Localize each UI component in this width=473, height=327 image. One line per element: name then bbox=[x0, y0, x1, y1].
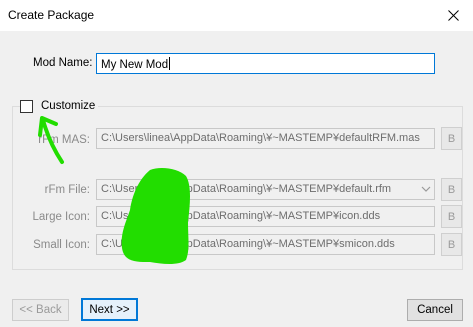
next-button-label: Next >> bbox=[89, 303, 130, 316]
large-icon-input[interactable]: C:\Users\linea\AppData\Roaming\¥~MASTEMP… bbox=[96, 206, 435, 227]
mod-name-value: My New Mod bbox=[101, 59, 169, 71]
rfm-mas-browse-label: B bbox=[447, 132, 456, 145]
large-icon-value: C:\Users\linea\AppData\Roaming\¥~MASTEMP… bbox=[101, 210, 381, 222]
mod-name-label: Mod Name: bbox=[33, 57, 93, 69]
large-icon-browse-label: B bbox=[447, 210, 456, 223]
cancel-button[interactable]: Cancel bbox=[407, 299, 463, 321]
small-icon-input[interactable]: C:\Users\linea\AppData\Roaming\¥~MASTEMP… bbox=[96, 234, 435, 255]
rfm-file-label: rFm File: bbox=[44, 184, 90, 196]
rfm-file-dropdown[interactable]: C:\Users\linea\AppData\Roaming\¥~MASTEMP… bbox=[96, 179, 435, 200]
small-icon-browse-label: B bbox=[447, 238, 456, 251]
rfm-mas-value: C:\Users\linea\AppData\Roaming\¥~MASTEMP… bbox=[101, 132, 420, 144]
large-icon-browse-button[interactable]: B bbox=[441, 205, 462, 228]
large-icon-label: Large Icon: bbox=[32, 211, 90, 223]
mod-name-input[interactable]: My New Mod bbox=[96, 53, 435, 74]
back-button-label: << Back bbox=[19, 304, 62, 316]
small-icon-label: Small Icon: bbox=[33, 239, 90, 251]
rfm-mas-browse-button[interactable]: B bbox=[441, 127, 462, 150]
window-title: Create Package bbox=[8, 8, 95, 22]
close-button[interactable] bbox=[433, 0, 473, 31]
small-icon-browse-button[interactable]: B bbox=[441, 233, 462, 256]
customize-checkbox[interactable] bbox=[20, 99, 33, 113]
chevron-down-icon bbox=[421, 186, 431, 192]
rfm-mas-label: rFm MAS: bbox=[38, 134, 90, 146]
back-button[interactable]: << Back bbox=[12, 299, 69, 321]
rfm-file-value: C:\Users\linea\AppData\Roaming\¥~MASTEMP… bbox=[101, 183, 392, 195]
rfm-file-browse-button[interactable]: B bbox=[441, 178, 462, 201]
cancel-button-label: Cancel bbox=[417, 304, 453, 316]
small-icon-value: C:\Users\linea\AppData\Roaming\¥~MASTEMP… bbox=[101, 238, 395, 250]
text-caret bbox=[169, 57, 171, 70]
customize-label: Customize bbox=[41, 100, 96, 112]
next-button[interactable]: Next >> bbox=[81, 298, 138, 321]
close-icon bbox=[447, 10, 459, 21]
title-bar: Create Package bbox=[0, 0, 473, 31]
customize-checkbox-row[interactable]: Customize bbox=[20, 97, 99, 115]
rfm-file-browse-label: B bbox=[447, 183, 456, 196]
rfm-mas-input[interactable]: C:\Users\linea\AppData\Roaming\¥~MASTEMP… bbox=[96, 128, 435, 149]
